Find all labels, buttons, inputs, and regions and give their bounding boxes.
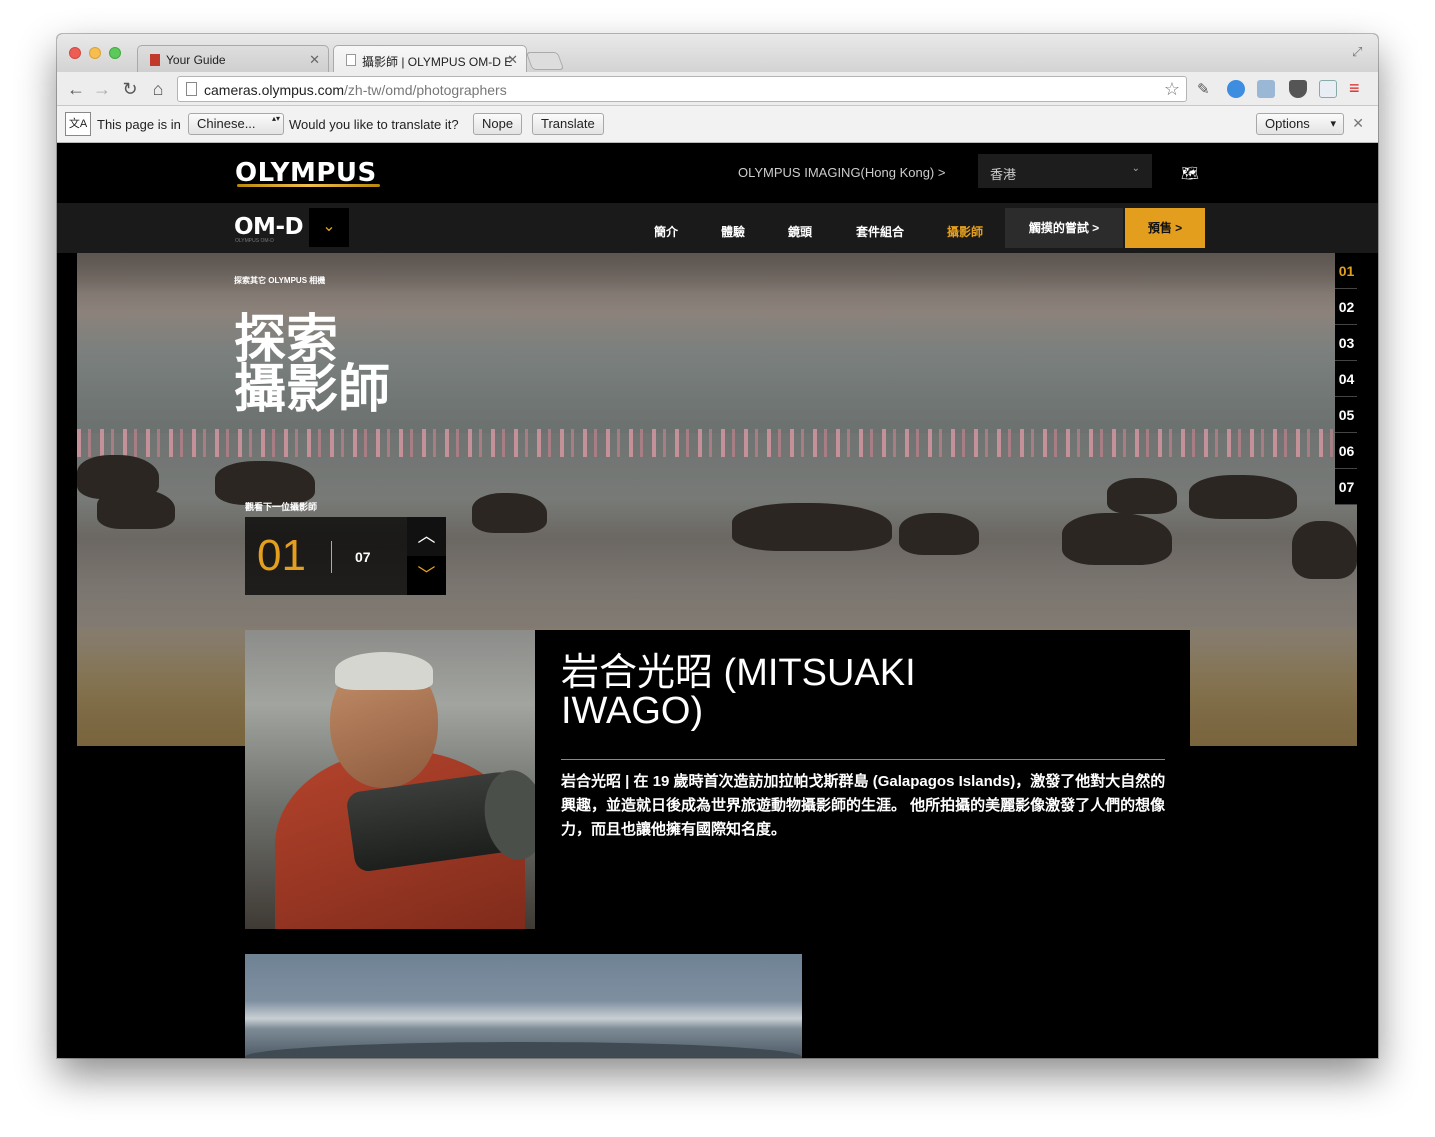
options-select[interactable]: Options <box>1256 113 1344 135</box>
wildebeest <box>1292 521 1357 579</box>
translate-button[interactable]: Translate <box>532 113 604 135</box>
circle-extension-icon[interactable] <box>1227 80 1245 98</box>
translate-bar: 文A This page is in Chinese... Would you … <box>57 106 1378 143</box>
wildebeest <box>1189 475 1297 519</box>
region-select[interactable]: 香港 ⌄ <box>978 154 1152 188</box>
world-map-icon[interactable]: 🗺 <box>1181 165 1207 181</box>
pocket-icon[interactable] <box>1289 80 1307 98</box>
close-window-button[interactable] <box>69 47 81 59</box>
next-photographer-label: 觀看下一位攝影師 <box>245 502 318 512</box>
ie-tab-icon[interactable] <box>1319 80 1337 98</box>
minimize-window-button[interactable] <box>89 47 101 59</box>
chevron-up-icon[interactable]: ︿ <box>407 517 446 556</box>
site-top-bar: OLYMPUS OLYMPUS IMAGING(Hong Kong) > 香港 … <box>57 143 1378 203</box>
counter-total: 07 <box>355 549 371 565</box>
page-content: OLYMPUS OLYMPUS IMAGING(Hong Kong) > 香港 … <box>57 143 1378 1058</box>
eyedropper-icon[interactable]: ✎ <box>1197 80 1215 98</box>
site-nav-bar: OM-D OLYMPUS OM-D ⌄ 簡介 體驗 鏡頭 套件組合 攝影師 觸摸… <box>57 203 1378 253</box>
zoom-window-button[interactable] <box>109 47 121 59</box>
explore-cameras-link[interactable]: 探索其它 OLYMPUS 相機 <box>234 275 325 286</box>
counter-current: 01 <box>257 531 306 580</box>
tab-your-guide[interactable]: Your Guide ✕ <box>137 45 329 72</box>
photographer-card: 岩合光昭 (MITSUAKI IWAGO) 岩合光昭 | 在 19 歲時首次造訪… <box>245 630 1190 929</box>
preorder-button[interactable]: 預售 > <box>1125 208 1205 248</box>
translate-close-icon[interactable]: ✕ <box>1352 115 1364 132</box>
nav-kits[interactable]: 套件組合 <box>856 223 904 240</box>
nav-photographers[interactable]: 攝影師 <box>947 223 983 240</box>
gallery-image[interactable] <box>245 954 802 1058</box>
photographer-portrait <box>245 630 535 929</box>
reload-icon[interactable]: ↻ <box>119 78 141 100</box>
chevron-down-icon[interactable]: ⌄ <box>309 208 349 247</box>
translate-prefix: This page is in <box>97 117 181 132</box>
bookmark-star-icon[interactable]: ☆ <box>1164 79 1180 100</box>
bookmark-favicon-icon <box>150 54 160 66</box>
pager-item[interactable]: 01 <box>1335 253 1357 289</box>
photographer-name: 岩合光昭 (MITSUAKI IWAGO) <box>561 652 916 732</box>
wildebeest <box>215 461 315 505</box>
photographer-bio: 岩合光昭 | 在 19 歲時首次造訪加拉帕戈斯群島 (Galapagos Isl… <box>561 773 1166 838</box>
home-icon[interactable]: ⌂ <box>147 78 169 100</box>
tab-close-icon[interactable]: ✕ <box>309 52 320 68</box>
photographer-pager: 01 02 03 04 05 06 07 <box>1335 253 1357 505</box>
menu-icon[interactable]: ≡ <box>1349 79 1367 98</box>
chevron-down-icon: ⌄ <box>1131 163 1140 174</box>
wildebeest <box>97 489 175 529</box>
tab-title: Your Guide <box>166 53 226 67</box>
photographer-counter: 01 07 ︿ ﹀ <box>245 517 446 595</box>
translate-icon: 文A <box>65 112 91 136</box>
pager-item[interactable]: 07 <box>1335 469 1357 505</box>
page-favicon-icon <box>346 54 356 66</box>
tab-close-icon[interactable]: ✕ <box>507 52 518 68</box>
wildebeest <box>1062 513 1172 565</box>
counter-divider <box>331 541 332 573</box>
pager-item[interactable]: 02 <box>1335 289 1357 325</box>
address-bar[interactable]: cameras.olympus.com/zh-tw/omd/photograph… <box>177 76 1187 102</box>
hero-hills <box>77 253 1357 293</box>
browser-toolbar: ← → ↻ ⌂ cameras.olympus.com/zh-tw/omd/ph… <box>57 72 1378 106</box>
region-link[interactable]: OLYMPUS IMAGING(Hong Kong) > <box>738 165 945 180</box>
logo-swoosh <box>237 184 380 187</box>
nav-lenses[interactable]: 鏡頭 <box>788 223 812 240</box>
browser-window: Your Guide ✕ 攝影師 | OLYMPUS OM-D E ✕ ⤢ ← … <box>57 34 1378 1058</box>
page-title: 探索 攝影師 <box>234 311 391 419</box>
tab-photographers[interactable]: 攝影師 | OLYMPUS OM-D E ✕ <box>333 45 527 72</box>
wildebeest <box>732 503 892 551</box>
back-arrow-icon[interactable]: ← <box>65 78 87 100</box>
nav-intro[interactable]: 簡介 <box>654 223 678 240</box>
omd-logo[interactable]: OM-D <box>234 214 304 240</box>
page-icon <box>186 82 197 96</box>
nope-button[interactable]: Nope <box>473 113 523 135</box>
chevron-down-icon[interactable]: ﹀ <box>407 556 446 595</box>
try-button[interactable]: 觸摸的嘗試 > <box>1005 208 1123 248</box>
flamingo-flock <box>77 429 1357 457</box>
tab-title: 攝影師 | OLYMPUS OM-D E <box>362 55 513 69</box>
pager-item[interactable]: 06 <box>1335 433 1357 469</box>
nav-experience[interactable]: 體驗 <box>721 223 745 240</box>
wildebeest <box>899 513 979 555</box>
wildebeest <box>472 493 547 533</box>
url-text: cameras.olympus.com/zh-tw/omd/photograph… <box>204 82 507 98</box>
fullscreen-icon[interactable]: ⤢ <box>1352 44 1366 59</box>
translate-question: Would you like to translate it? <box>289 117 459 132</box>
language-select[interactable]: Chinese... <box>188 113 284 135</box>
omd-sub-label: OLYMPUS OM-D <box>235 238 274 244</box>
pager-item[interactable]: 03 <box>1335 325 1357 361</box>
forward-arrow-icon[interactable]: → <box>91 78 113 100</box>
new-tab-button[interactable] <box>525 52 565 70</box>
pager-item[interactable]: 05 <box>1335 397 1357 433</box>
pager-item[interactable]: 04 <box>1335 361 1357 397</box>
divider <box>561 759 1165 760</box>
tab-strip: Your Guide ✕ 攝影師 | OLYMPUS OM-D E ✕ ⤢ <box>57 34 1378 72</box>
wildebeest <box>1107 478 1177 514</box>
screenshot-icon[interactable] <box>1257 80 1275 98</box>
